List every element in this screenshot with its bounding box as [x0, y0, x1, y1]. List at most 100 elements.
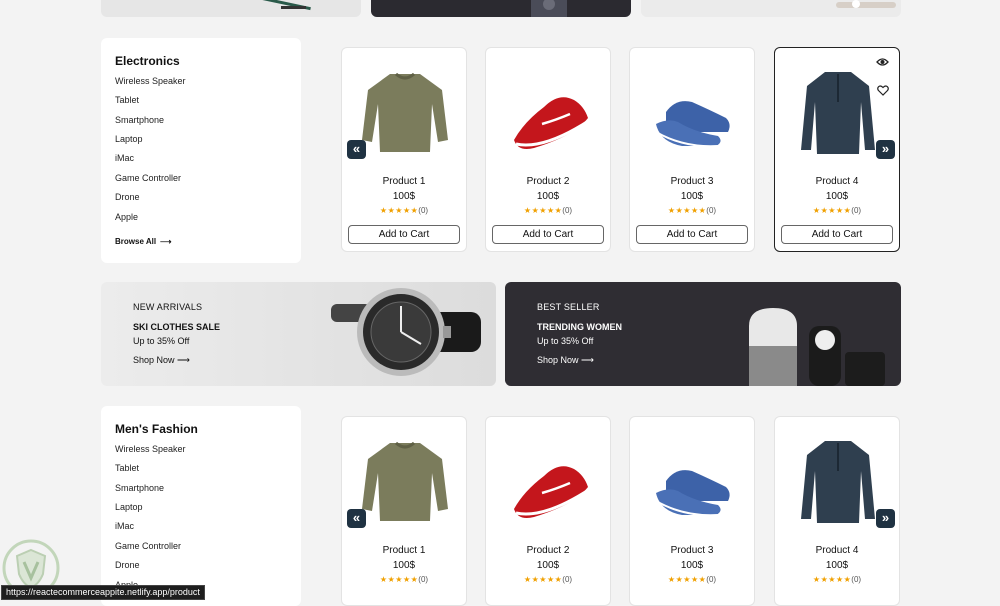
category-item-smartphone[interactable]: Smartphone	[115, 115, 164, 125]
category-item-imac[interactable]: iMac	[115, 521, 134, 531]
add-to-cart-button[interactable]: Add to Cart	[636, 225, 748, 244]
rating-count: (0)	[851, 575, 862, 584]
promo-tag: NEW ARRIVALS	[133, 302, 203, 312]
product-card[interactable]: Product 3 100$ ★★★★★(0) Add to Cart	[629, 47, 755, 252]
promo-heading: SKI CLOTHES SALE	[133, 322, 221, 332]
add-to-cart-button[interactable]: Add to Cart	[492, 225, 604, 244]
product-card[interactable]: Product 2 100$ ★★★★★(0)	[485, 416, 611, 606]
blue-sneaker-image	[655, 101, 730, 148]
shop-now-link[interactable]: Shop Now ⟶	[133, 355, 190, 366]
carousel-next-button[interactable]: »	[876, 140, 895, 159]
arrow-right-icon: ⟶	[581, 355, 594, 365]
heart-icon[interactable]	[877, 85, 889, 99]
sweater-image	[362, 72, 448, 152]
category-title: Men's Fashion	[115, 422, 198, 436]
product-price: 100$	[536, 560, 560, 571]
promo-subtitle: Up to 35% Off	[133, 336, 190, 346]
product-rating: ★★★★★(0)	[486, 206, 610, 215]
watch-image	[331, 288, 481, 376]
category-item-apple[interactable]: Apple	[115, 212, 138, 222]
product-rating: ★★★★★(0)	[775, 575, 899, 584]
sweater-image	[362, 441, 448, 521]
product-name: Product 1	[382, 545, 426, 556]
promo-banner-best-seller[interactable]: BEST SELLER TRENDING WOMEN Up to 35% Off…	[505, 282, 901, 386]
red-sneaker-image	[514, 466, 591, 518]
add-to-cart-button[interactable]: Add to Cart	[348, 225, 460, 244]
add-to-cart-button[interactable]: Add to Cart	[781, 225, 893, 244]
product-name: Product 4	[815, 176, 859, 187]
rating-count: (0)	[562, 575, 573, 584]
category-item-drone[interactable]: Drone	[115, 192, 140, 202]
browse-all-link[interactable]: Browse All ⟶	[115, 237, 172, 246]
star-rating-icon: ★★★★★	[812, 575, 852, 584]
product-rating: ★★★★★(0)	[342, 575, 466, 584]
category-item-drone[interactable]: Drone	[115, 560, 140, 570]
star-rating-icon: ★★★★★	[523, 206, 563, 215]
product-price: 100$	[392, 560, 416, 571]
jacket-image	[801, 72, 875, 154]
product-name: Product 3	[670, 176, 714, 187]
product-name: Product 2	[526, 176, 570, 187]
arrow-right-icon: ⟶	[177, 355, 190, 365]
browse-all-label: Browse All	[115, 237, 157, 246]
promo-banner-new-arrivals[interactable]: NEW ARRIVALS SKI CLOTHES SALE Up to 35% …	[101, 282, 496, 386]
product-price: 100$	[392, 191, 416, 202]
rating-count: (0)	[418, 575, 429, 584]
carousel-prev-button[interactable]: «	[347, 509, 366, 528]
product-card[interactable]: Product 2 100$ ★★★★★(0) Add to Cart	[485, 47, 611, 252]
category-item-tablet[interactable]: Tablet	[115, 463, 139, 473]
product-price: 100$	[825, 560, 849, 571]
category-item-game-controller[interactable]: Game Controller	[115, 541, 181, 551]
promo-subtitle: Up to 35% Off	[537, 336, 594, 346]
smart-speaker-image	[749, 308, 885, 386]
category-item-wireless-speaker[interactable]: Wireless Speaker	[115, 76, 186, 86]
product-card[interactable]: Product 3 100$ ★★★★★(0)	[629, 416, 755, 606]
product-price: 100$	[680, 191, 704, 202]
category-item-laptop[interactable]: Laptop	[115, 502, 143, 512]
product-rating: ★★★★★(0)	[486, 575, 610, 584]
product-rating: ★★★★★(0)	[342, 206, 466, 215]
star-rating-icon: ★★★★★	[667, 206, 707, 215]
star-rating-icon: ★★★★★	[379, 206, 419, 215]
rating-count: (0)	[706, 206, 717, 215]
product-rating: ★★★★★(0)	[630, 206, 754, 215]
category-panel-mens-fashion: Men's Fashion Wireless Speaker Tablet Sm…	[101, 406, 301, 606]
category-panel-electronics: Electronics Wireless Speaker Tablet Smar…	[101, 38, 301, 263]
top-banner-left	[101, 0, 361, 17]
status-bar-url: https://reactecommerceappite.netlify.app…	[1, 585, 205, 600]
eye-icon[interactable]	[876, 57, 889, 70]
jacket-image	[801, 441, 875, 523]
carousel-next-button[interactable]: »	[876, 509, 895, 528]
shop-now-label: Shop Now	[133, 355, 175, 365]
category-item-tablet[interactable]: Tablet	[115, 95, 139, 105]
category-item-imac[interactable]: iMac	[115, 153, 134, 163]
category-item-wireless-speaker[interactable]: Wireless Speaker	[115, 444, 186, 454]
top-banner-center	[371, 0, 631, 17]
star-rating-icon: ★★★★★	[523, 575, 563, 584]
category-item-game-controller[interactable]: Game Controller	[115, 173, 181, 183]
star-rating-icon: ★★★★★	[667, 575, 707, 584]
top-banner-right	[641, 0, 901, 17]
rating-count: (0)	[418, 206, 429, 215]
product-name: Product 1	[382, 176, 426, 187]
shop-now-link[interactable]: Shop Now ⟶	[537, 355, 594, 366]
product-rating: ★★★★★(0)	[775, 206, 899, 215]
arrow-right-icon: ⟶	[160, 237, 172, 246]
rating-count: (0)	[562, 206, 573, 215]
shop-now-label: Shop Now	[537, 355, 579, 365]
category-item-laptop[interactable]: Laptop	[115, 134, 143, 144]
rating-count: (0)	[851, 206, 862, 215]
product-name: Product 2	[526, 545, 570, 556]
product-name: Product 3	[670, 545, 714, 556]
carousel-prev-button[interactable]: «	[347, 140, 366, 159]
category-item-smartphone[interactable]: Smartphone	[115, 483, 164, 493]
promo-heading: TRENDING WOMEN	[537, 322, 622, 332]
product-price: 100$	[536, 191, 560, 202]
star-rating-icon: ★★★★★	[812, 206, 852, 215]
red-sneaker-image	[514, 97, 591, 149]
category-title: Electronics	[115, 54, 180, 68]
product-price: 100$	[680, 560, 704, 571]
product-name: Product 4	[815, 545, 859, 556]
promo-tag: BEST SELLER	[537, 302, 600, 312]
star-rating-icon: ★★★★★	[379, 575, 419, 584]
